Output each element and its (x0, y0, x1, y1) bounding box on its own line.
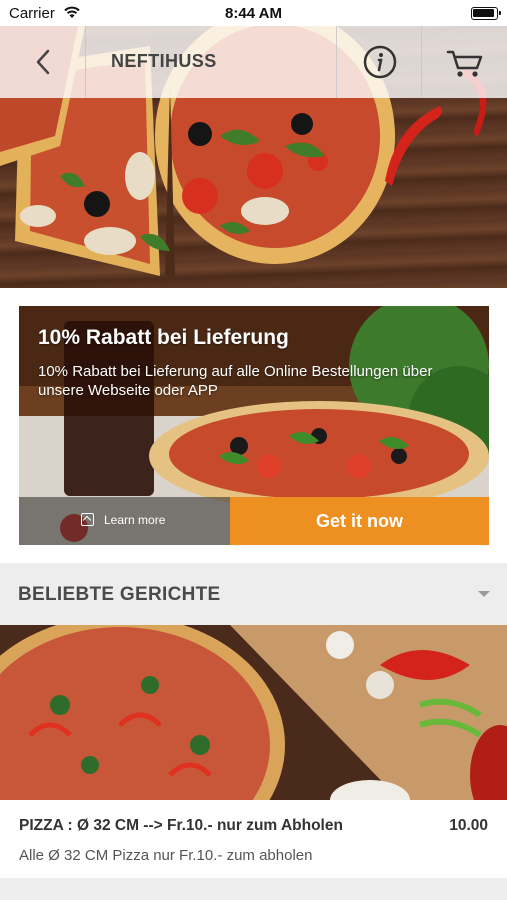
promo-banner: 10% Rabatt bei Lieferung 10% Rabatt bei … (19, 306, 489, 545)
dish-name: PIZZA : Ø 32 CM --> Fr.10.- nur zum Abho… (19, 817, 343, 834)
status-bar: Carrier 8:44 AM (0, 0, 507, 26)
dish-image[interactable] (0, 625, 507, 800)
back-button[interactable] (0, 26, 86, 98)
list-footer (0, 878, 507, 900)
cart-icon (446, 50, 483, 77)
pizza-dish-illustration (0, 625, 507, 800)
dish-description: Alle Ø 32 CM Pizza nur Fr.10.- zum abhol… (19, 847, 313, 864)
info-button[interactable] (336, 26, 422, 98)
info-icon (363, 45, 397, 79)
cart-button[interactable] (422, 26, 507, 98)
learn-more-button[interactable]: Learn more (19, 497, 230, 545)
promo-section: 10% Rabatt bei Lieferung 10% Rabatt bei … (0, 288, 507, 563)
chevron-down-icon (478, 591, 490, 597)
external-link-icon (81, 513, 94, 526)
learn-more-label: Learn more (104, 513, 166, 527)
clock: 8:44 AM (225, 5, 282, 22)
battery-icon (471, 7, 501, 20)
app-screen: Carrier 8:44 AM NEFTIHUSS 10% Rabatt bei… (0, 0, 507, 900)
chevron-left-icon (36, 49, 50, 75)
promo-description: 10% Rabatt bei Lieferung auf alle Online… (38, 363, 433, 399)
restaurant-title: NEFTIHUSS (111, 51, 217, 71)
popular-dishes-header[interactable]: BELIEBTE GERICHTE (0, 563, 507, 625)
dish-price: 10.00 (449, 817, 488, 834)
get-it-now-button[interactable]: Get it now (230, 497, 489, 545)
promo-title: 10% Rabatt bei Lieferung (38, 326, 289, 349)
navigation-bar: NEFTIHUSS (0, 26, 507, 98)
dish-item[interactable]: PIZZA : Ø 32 CM --> Fr.10.- nur zum Abho… (0, 800, 507, 878)
section-title: BELIEBTE GERICHTE (18, 584, 221, 605)
